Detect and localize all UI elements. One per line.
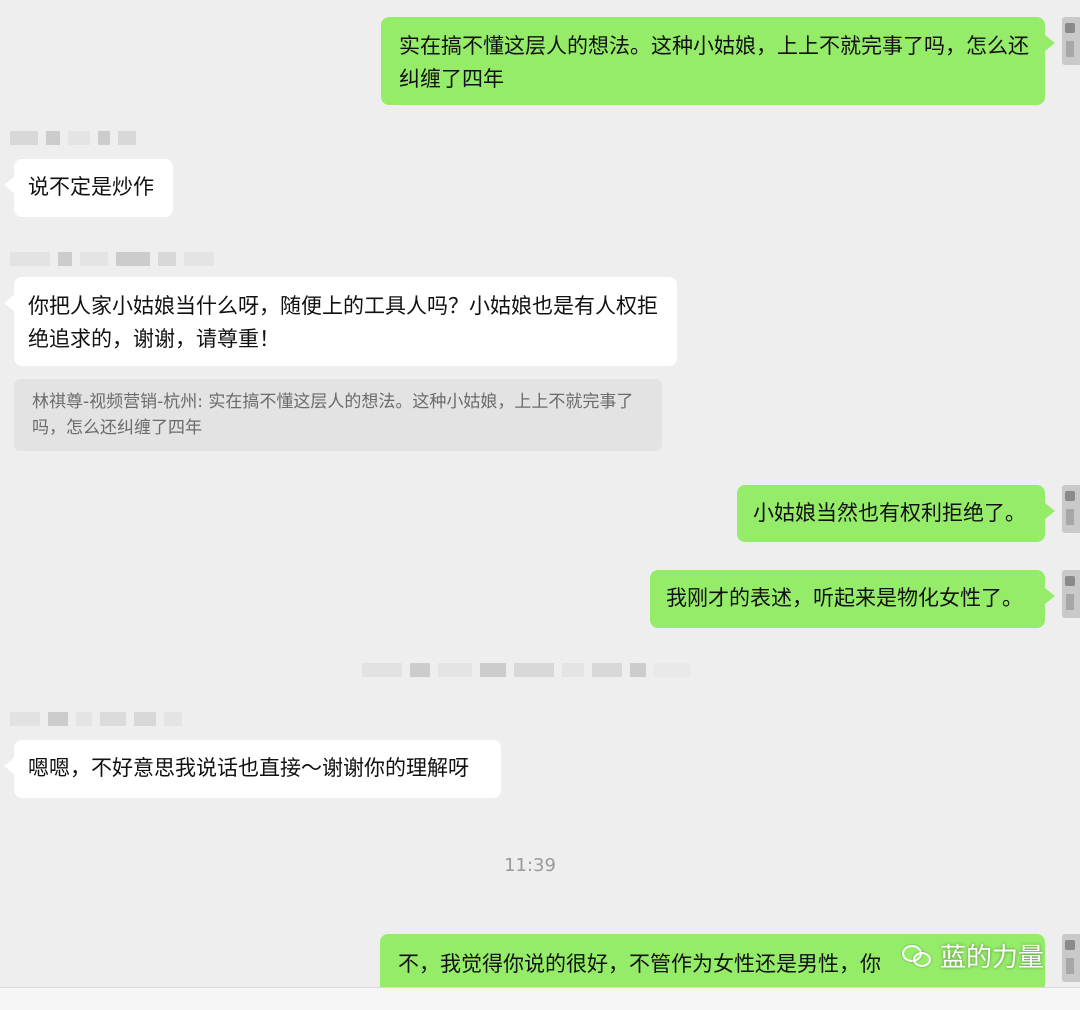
watermark-text: 蓝的力量 (939, 943, 1044, 973)
sender-avatar[interactable] (1062, 17, 1080, 65)
quoted-message-text: 林祺尊-视频营销-杭州: 实在搞不懂这层人的想法。这种小姑娘，上上不就完事了吗，… (32, 392, 634, 438)
redacted-system-notice (362, 658, 690, 682)
redacted-sender-name (10, 247, 214, 271)
incoming-message-bubble[interactable]: 说不定是炒作 (4, 159, 173, 217)
message-text: 实在搞不懂这层人的想法。这种小姑娘，上上不就完事了吗，怎么还纠缠了四年 (399, 34, 1029, 91)
message-text: 你把人家小姑娘当什么呀，随便上的工具人吗？小姑娘也是有人权拒绝追求的，谢谢，请尊… (28, 294, 658, 351)
message-text: 小姑娘当然也有权利拒绝了。 (753, 501, 1026, 525)
message-text: 我刚才的表述，听起来是物化女性了。 (666, 586, 1023, 610)
incoming-message-bubble[interactable]: 嗯嗯，不好意思我说话也直接～谢谢你的理解呀 (4, 740, 501, 798)
message-text: 嗯嗯，不好意思我说话也直接～谢谢你的理解呀 (28, 756, 469, 780)
sender-avatar[interactable] (1062, 934, 1080, 982)
watermark: 蓝的力量 (901, 937, 1044, 974)
outgoing-message-bubble[interactable]: 我刚才的表述，听起来是物化女性了。 (650, 570, 1055, 628)
message-text: 说不定是炒作 (28, 175, 154, 199)
quoted-message[interactable]: 林祺尊-视频营销-杭州: 实在搞不懂这层人的想法。这种小姑娘，上上不就完事了吗，… (14, 379, 662, 451)
message-text: 不，我觉得你说的很好，不管作为女性还是男性，你 (398, 952, 881, 976)
outgoing-message-bubble[interactable]: 实在搞不懂这层人的想法。这种小姑娘，上上不就完事了吗，怎么还纠缠了四年 (381, 17, 1055, 105)
sender-avatar[interactable] (1062, 570, 1080, 618)
redacted-sender-name (10, 707, 182, 731)
bottom-divider (0, 987, 1080, 1010)
sender-avatar[interactable] (1062, 485, 1080, 533)
outgoing-message-bubble[interactable]: 小姑娘当然也有权利拒绝了。 (737, 485, 1055, 542)
wechat-icon (901, 943, 932, 969)
incoming-message-bubble[interactable]: 你把人家小姑娘当什么呀，随便上的工具人吗？小姑娘也是有人权拒绝追求的，谢谢，请尊… (4, 277, 677, 366)
message-timestamp: 11:39 (504, 855, 556, 876)
redacted-sender-name (10, 126, 136, 150)
